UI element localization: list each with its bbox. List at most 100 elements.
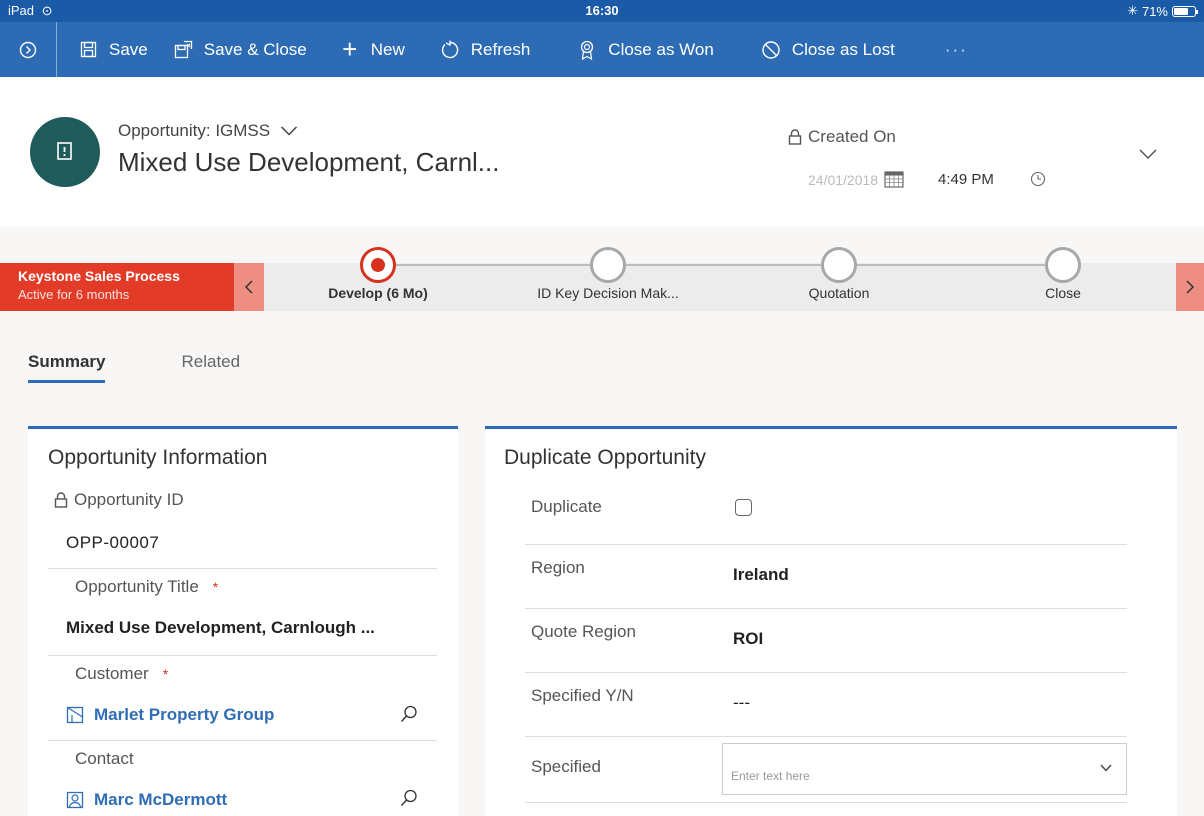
business-process-flow: Keystone Sales Process Active for 6 mont… xyxy=(0,227,1204,313)
lock-icon xyxy=(54,492,68,508)
tab-summary[interactable]: Summary xyxy=(28,352,106,383)
region-value[interactable]: Ireland xyxy=(733,565,789,585)
refresh-label: Refresh xyxy=(470,39,531,59)
quote-region-value[interactable]: ROI xyxy=(733,629,763,649)
duplicate-label: Duplicate xyxy=(531,497,602,516)
entity-avatar xyxy=(30,117,100,187)
contact-label: Contact xyxy=(75,749,134,768)
entity-form-label: Opportunity: IGMSS xyxy=(118,121,271,140)
opportunity-title-field[interactable]: Mixed Use Development, Carnlough ... xyxy=(66,618,375,638)
record-title: Mixed Use Development, Carnl... xyxy=(118,147,500,177)
chevron-down-icon xyxy=(1100,764,1112,772)
refresh-button[interactable]: Refresh xyxy=(427,22,543,77)
specified-yn-label: Specified Y/N xyxy=(531,686,634,705)
new-button[interactable]: + New xyxy=(327,22,417,77)
contact-search-button[interactable] xyxy=(400,789,418,812)
divider xyxy=(48,740,437,741)
opportunity-title-label: Opportunity Title * xyxy=(75,577,218,597)
bluetooth-icon: ✳ xyxy=(1127,3,1138,18)
ribbon-icon xyxy=(576,40,598,60)
search-icon xyxy=(400,705,417,722)
nav-expand-button[interactable] xyxy=(0,22,57,77)
stage-id-key-decision[interactable]: ID Key Decision Mak... xyxy=(508,247,708,301)
circle-chevron-icon xyxy=(19,41,37,58)
opportunity-id-label-text: Opportunity ID xyxy=(74,490,184,509)
stage-node-active xyxy=(360,247,396,283)
stage-quotation[interactable]: Quotation xyxy=(739,247,939,301)
blocked-icon xyxy=(760,40,782,60)
stage-node xyxy=(590,247,626,283)
contact-lookup-link[interactable]: Marc McDermott xyxy=(66,790,227,810)
header-expand-button[interactable] xyxy=(1138,147,1158,165)
save-label: Save xyxy=(109,39,148,59)
command-bar: Save Save & Close + New Refresh Close as… xyxy=(0,22,1204,77)
chevron-down-icon xyxy=(281,126,298,136)
created-time: 4:49 PM xyxy=(938,171,994,188)
contact-icon xyxy=(66,791,84,809)
previous-stage-button[interactable] xyxy=(234,263,264,311)
stage-label: Develop (6 Mo) xyxy=(328,285,428,301)
divider xyxy=(525,802,1127,803)
account-icon xyxy=(66,706,84,724)
save-button[interactable]: Save xyxy=(65,22,160,77)
status-right: ✳ 71% xyxy=(1127,3,1198,19)
quote-region-label: Quote Region xyxy=(531,622,636,641)
process-name: Keystone Sales Process xyxy=(18,268,180,284)
divider xyxy=(525,672,1127,673)
stage-node xyxy=(821,247,857,283)
created-on-label: Created On xyxy=(788,127,896,147)
plus-icon: + xyxy=(342,34,358,64)
duplicate-checkbox[interactable] xyxy=(735,499,752,516)
time-picker-button[interactable] xyxy=(1030,171,1046,192)
stage-label: Quotation xyxy=(808,285,870,301)
save-close-button[interactable]: Save & Close xyxy=(160,22,319,77)
customer-lookup-link[interactable]: Marlet Property Group xyxy=(66,705,274,725)
section-title: Duplicate Opportunity xyxy=(504,446,706,469)
contact-value: Marc McDermott xyxy=(94,790,228,809)
customer-value: Marlet Property Group xyxy=(94,705,275,724)
tab-related[interactable]: Related xyxy=(181,352,240,383)
battery-percent: 71% xyxy=(1141,3,1168,19)
refresh-icon xyxy=(439,40,461,60)
close-won-button[interactable]: Close as Won xyxy=(564,22,726,77)
record-header: Opportunity: IGMSS Mixed Use Development… xyxy=(0,77,1204,227)
specified-select[interactable]: Enter text here xyxy=(722,743,1127,795)
process-name-panel[interactable]: Keystone Sales Process Active for 6 mont… xyxy=(0,263,234,311)
divider xyxy=(48,568,437,569)
created-date-value: 24/01/2018 xyxy=(808,171,879,188)
required-marker: * xyxy=(212,579,219,595)
opportunity-title-label-text: Opportunity Title xyxy=(75,577,199,596)
battery-level xyxy=(1174,7,1189,15)
specified-yn-value[interactable]: --- xyxy=(733,693,750,713)
next-stage-button[interactable] xyxy=(1176,263,1204,311)
specified-placeholder: Enter text here xyxy=(731,769,810,783)
opportunity-icon xyxy=(57,142,72,160)
chevron-right-icon xyxy=(1186,280,1195,294)
save-icon xyxy=(77,41,99,58)
save-close-label: Save & Close xyxy=(203,39,307,59)
search-icon xyxy=(400,789,417,806)
chevron-down-icon xyxy=(1139,149,1157,160)
close-lost-button[interactable]: Close as Lost xyxy=(748,22,907,77)
opportunity-information-section: Opportunity Information Opportunity ID O… xyxy=(28,426,458,816)
process-active-duration: Active for 6 months xyxy=(18,287,130,302)
calendar-icon[interactable] xyxy=(884,171,904,188)
close-won-label: Close as Won xyxy=(608,39,714,59)
ios-status-bar: iPad ⊙ 16:30 ✳ 71% xyxy=(0,0,1204,22)
stage-close[interactable]: Close xyxy=(963,247,1163,301)
close-lost-label: Close as Lost xyxy=(791,39,895,59)
stage-develop[interactable]: Develop (6 Mo) xyxy=(278,247,478,301)
opportunity-id-label: Opportunity ID xyxy=(54,490,184,510)
form-selector[interactable]: Opportunity: IGMSS xyxy=(118,121,298,141)
customer-label-text: Customer xyxy=(75,664,149,683)
status-time: 16:30 xyxy=(585,3,619,18)
customer-search-button[interactable] xyxy=(400,705,418,728)
specified-label: Specified xyxy=(531,757,601,776)
created-on-text: Created On xyxy=(808,127,896,146)
divider xyxy=(48,655,437,656)
new-label: New xyxy=(370,39,405,59)
more-commands-button[interactable]: ··· xyxy=(929,40,984,60)
opportunity-id-value: OPP-00007 xyxy=(66,533,160,552)
created-date: 24/01/2018 xyxy=(808,171,904,188)
stage-label: ID Key Decision Mak... xyxy=(537,285,679,301)
